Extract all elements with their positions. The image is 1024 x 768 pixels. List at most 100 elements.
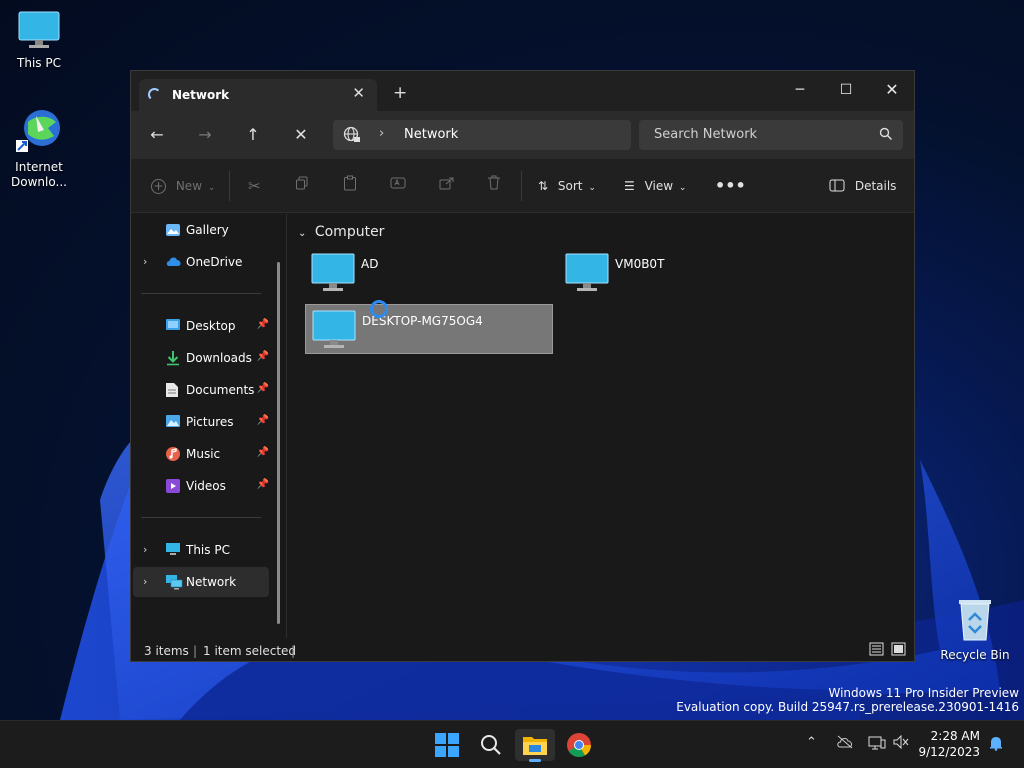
breadcrumb-network[interactable]: Network <box>404 127 458 142</box>
close-tab-icon[interactable]: ✕ <box>352 84 365 102</box>
delete-button[interactable] <box>487 175 501 197</box>
sidebar-item-pictures[interactable]: Pictures 📌 <box>133 407 269 437</box>
chrome-icon <box>559 733 599 764</box>
chevron-down-icon: ⌄ <box>678 183 687 193</box>
chevron-down-icon: ⌄ <box>298 228 307 239</box>
chevron-down-icon: ⌄ <box>588 183 596 193</box>
sidebar-item-music[interactable]: Music 📌 <box>133 439 269 469</box>
search-box[interactable]: Search Network <box>639 120 903 150</box>
chevron-right-icon[interactable]: › <box>143 575 147 588</box>
onedrive-offline-icon[interactable] <box>836 735 854 753</box>
tab-network[interactable]: Network ✕ <box>139 79 377 111</box>
network-computer-vm0b0t[interactable]: VM0B0T <box>559 251 807 301</box>
start-button[interactable] <box>427 729 467 761</box>
maximize-button[interactable]: ☐ <box>823 75 869 105</box>
cut-button[interactable]: ✂ <box>248 175 261 197</box>
sidebar-item-documents[interactable]: Documents 📌 <box>133 375 269 405</box>
network-computer-desktop-mg75og4[interactable]: DESKTOP-MG75OG4 <box>305 300 553 354</box>
copy-button[interactable] <box>295 175 309 197</box>
busy-cursor-icon <box>370 300 388 318</box>
clock-date: 9/12/2023 <box>918 745 980 759</box>
chevron-down-icon: ⌄ <box>207 183 216 193</box>
sidebar-item-gallery[interactable]: Gallery <box>133 215 269 245</box>
details-view-toggle[interactable] <box>869 642 884 659</box>
paste-button[interactable] <box>343 175 357 197</box>
onedrive-cloud-icon <box>165 254 183 271</box>
sidebar-item-label: This PC <box>186 543 230 557</box>
chevron-right-icon[interactable]: › <box>143 255 147 268</box>
address-bar[interactable]: › Network <box>333 120 631 150</box>
new-button[interactable]: + New ⌄ <box>151 175 215 197</box>
computer-icon <box>565 253 609 296</box>
computer-icon <box>312 310 356 353</box>
item-count: 3 items <box>144 644 189 658</box>
windows-logo-icon <box>427 733 467 764</box>
large-icons-view-toggle[interactable] <box>891 642 906 659</box>
pin-icon[interactable]: 📌 <box>257 415 269 426</box>
notification-bell-icon[interactable] <box>988 735 1004 755</box>
chrome-taskbar-button[interactable] <box>559 729 599 761</box>
sidebar-item-label: Gallery <box>186 223 229 237</box>
volume-muted-icon[interactable] <box>893 734 909 753</box>
desktop-icon-this-pc[interactable]: This PC <box>1 10 77 71</box>
address-bar-row: ← → ↑ ✕ › Network Search Network <box>131 111 914 159</box>
details-button[interactable]: Details <box>829 175 896 197</box>
sidebar-item-videos[interactable]: Videos 📌 <box>133 471 269 501</box>
desktop-icon-label: Recycle Bin <box>940 648 1010 662</box>
up-button[interactable]: ↑ <box>240 123 266 147</box>
item-name: AD <box>361 257 379 271</box>
sidebar-item-label: Pictures <box>186 415 234 429</box>
forward-button[interactable]: → <box>192 123 218 147</box>
sidebar-item-this-pc[interactable]: › This PC <box>133 535 269 565</box>
selection-count: 1 item selected <box>203 644 297 658</box>
ellipsis-icon: ••• <box>715 176 746 195</box>
tile-view-icon <box>891 642 906 659</box>
system-clock[interactable]: 2:28 AM 9/12/2023 <box>918 728 980 760</box>
close-window-button[interactable]: ✕ <box>869 75 915 105</box>
rename-button[interactable] <box>390 175 406 197</box>
document-icon <box>165 382 179 401</box>
details-button-label: Details <box>854 179 897 193</box>
show-hidden-icons-chevron-icon[interactable]: ⌃ <box>806 735 817 750</box>
sidebar-item-onedrive[interactable]: › OneDrive <box>133 247 269 277</box>
sidebar-item-desktop[interactable]: Desktop 📌 <box>133 311 269 341</box>
share-button[interactable] <box>439 175 455 197</box>
pin-icon[interactable]: 📌 <box>257 383 269 394</box>
sidebar-item-downloads[interactable]: Downloads 📌 <box>133 343 269 373</box>
sidebar-item-label: Documents <box>186 383 255 397</box>
chevron-right-icon[interactable]: › <box>379 126 384 141</box>
new-button-label: New <box>175 179 203 193</box>
pin-icon[interactable]: 📌 <box>257 319 269 330</box>
minimize-button[interactable]: ─ <box>777 75 823 105</box>
more-options-button[interactable]: ••• <box>715 175 746 197</box>
back-button[interactable]: ← <box>144 123 170 147</box>
chevron-right-icon[interactable]: › <box>143 543 147 556</box>
pin-icon[interactable]: 📌 <box>257 479 269 490</box>
clipboard-icon <box>343 175 357 194</box>
clock-time: 2:28 AM <box>930 729 980 743</box>
sidebar-divider <box>141 293 261 294</box>
pin-icon[interactable]: 📌 <box>257 351 269 362</box>
desktop-icon-internet-download-manager[interactable]: Internet Downlo... <box>1 106 77 190</box>
search-taskbar-button[interactable] <box>471 729 511 761</box>
sidebar-item-network[interactable]: › Network <box>133 567 269 597</box>
sort-button[interactable]: ⇅ Sort ⌄ <box>538 175 596 197</box>
pin-icon[interactable]: 📌 <box>257 447 269 458</box>
trash-icon <box>487 175 501 193</box>
view-button-label: View <box>644 179 674 193</box>
search-input[interactable]: Search Network <box>654 127 757 142</box>
desktop-folder-icon <box>165 318 181 335</box>
file-explorer-taskbar-button[interactable] <box>515 729 555 762</box>
search-icon <box>471 735 511 764</box>
sidebar-scrollbar[interactable] <box>277 262 280 624</box>
new-tab-button[interactable]: + <box>393 83 407 103</box>
globe-icon <box>343 126 361 147</box>
desktop-icon-recycle-bin[interactable]: Recycle Bin <box>937 596 1013 663</box>
network-computer-ad[interactable]: AD <box>305 251 553 301</box>
group-header-computer[interactable]: ⌄ Computer <box>298 224 384 240</box>
stop-loading-button[interactable]: ✕ <box>288 123 314 147</box>
network-status-icon[interactable] <box>868 735 886 755</box>
command-bar: + New ⌄ ✂ ⇅ Sort ⌄ ☰ View ⌄ ••• Details <box>131 159 914 213</box>
view-button[interactable]: ☰ View ⌄ <box>624 175 686 197</box>
tab-label: Network <box>172 88 230 102</box>
